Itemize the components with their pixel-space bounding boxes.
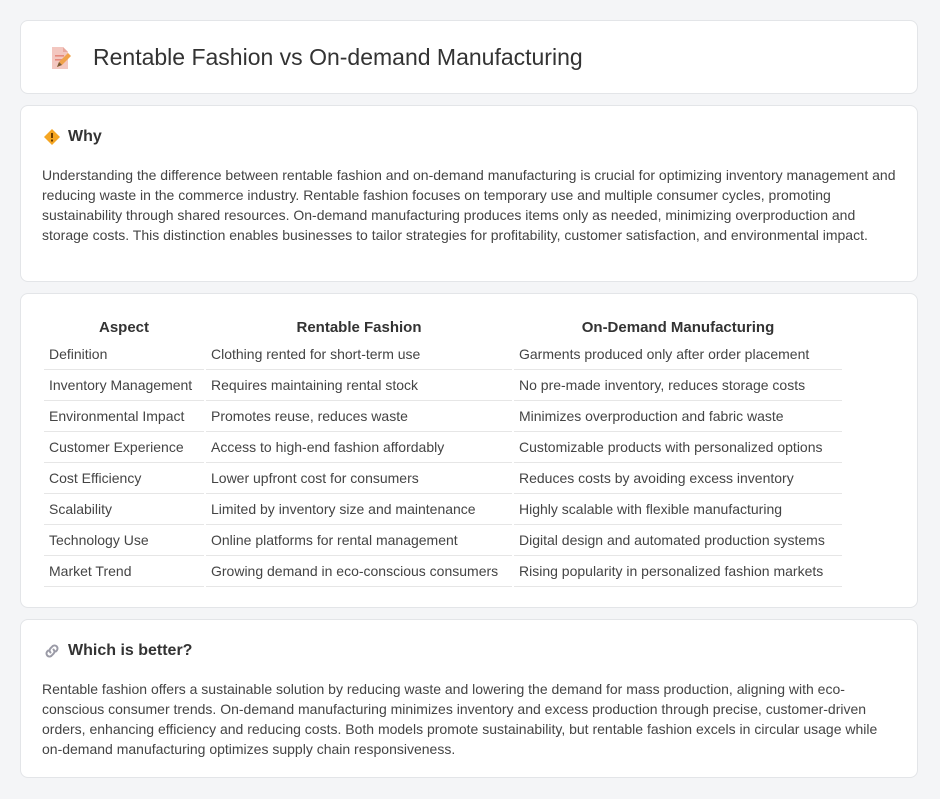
- on-demand-cell: Rising popularity in personalized fashio…: [514, 556, 842, 587]
- aspect-cell: Definition: [44, 339, 204, 370]
- rentable-cell: Online platforms for rental management: [206, 525, 512, 556]
- better-body: Rentable fashion offers a sustainable so…: [42, 681, 878, 757]
- title-card: Rentable Fashion vs On-demand Manufactur…: [20, 20, 918, 94]
- on-demand-cell: Reduces costs by avoiding excess invento…: [514, 463, 842, 494]
- on-demand-cell: Customizable products with personalized …: [514, 432, 842, 463]
- header-on-demand: On-Demand Manufacturing: [581, 318, 775, 336]
- table-row: Environmental Impact Promotes reuse, red…: [44, 401, 842, 432]
- table-row: Market Trend Growing demand in eco-consc…: [44, 556, 842, 587]
- comparison-section: Aspect Rentable Fashion On-Demand Manufa…: [20, 293, 918, 608]
- edit-document-icon: [52, 46, 71, 69]
- aspect-cell: Technology Use: [44, 525, 204, 556]
- comparison-table: Aspect Rentable Fashion On-Demand Manufa…: [42, 315, 844, 587]
- aspect-cell: Customer Experience: [44, 432, 204, 463]
- aspect-cell: Inventory Management: [44, 370, 204, 401]
- table-row: Inventory Management Requires maintainin…: [44, 370, 842, 401]
- on-demand-cell: No pre-made inventory, reduces storage c…: [514, 370, 842, 401]
- on-demand-cell: Minimizes overproduction and fabric wast…: [514, 401, 842, 432]
- better-header: Which is better?: [43, 642, 192, 660]
- aspect-cell: Cost Efficiency: [44, 463, 204, 494]
- on-demand-cell: Digital design and automated production …: [514, 525, 842, 556]
- rentable-cell: Requires maintaining rental stock: [206, 370, 512, 401]
- table-header-row: Aspect Rentable Fashion On-Demand Manufa…: [44, 315, 842, 339]
- aspect-cell: Scalability: [44, 494, 204, 525]
- table-row: Definition Clothing rented for short-ter…: [44, 339, 842, 370]
- rentable-cell: Limited by inventory size and maintenanc…: [206, 494, 512, 525]
- header-rentable-fashion: Rentable Fashion: [296, 318, 422, 336]
- diamond-sign-icon: [44, 129, 60, 145]
- why-section: Why Understanding the difference between…: [20, 105, 918, 282]
- table-row: Customer Experience Access to high-end f…: [44, 432, 842, 463]
- table-row: Technology Use Online platforms for rent…: [44, 525, 842, 556]
- why-heading: Why: [68, 128, 102, 145]
- title-row: Rentable Fashion vs On-demand Manufactur…: [47, 44, 583, 71]
- why-header: Why: [43, 128, 102, 146]
- rentable-cell: Growing demand in eco-conscious consumer…: [206, 556, 512, 587]
- rentable-cell: Promotes reuse, reduces waste: [206, 401, 512, 432]
- why-body: Understanding the difference between ren…: [42, 167, 896, 243]
- on-demand-cell: Garments produced only after order place…: [514, 339, 842, 370]
- table-row: Cost Efficiency Lower upfront cost for c…: [44, 463, 842, 494]
- rentable-cell: Clothing rented for short-term use: [206, 339, 512, 370]
- table-row: Scalability Limited by inventory size an…: [44, 494, 842, 525]
- aspect-cell: Environmental Impact: [44, 401, 204, 432]
- aspect-cell: Market Trend: [44, 556, 204, 587]
- header-aspect: Aspect: [98, 318, 150, 336]
- which-better-section: Which is better? Rentable fashion offers…: [20, 619, 918, 778]
- link-icon: [45, 644, 59, 658]
- on-demand-cell: Highly scalable with flexible manufactur…: [514, 494, 842, 525]
- better-heading: Which is better?: [68, 642, 193, 659]
- page-title: Rentable Fashion vs On-demand Manufactur…: [93, 44, 583, 70]
- rentable-cell: Access to high-end fashion affordably: [206, 432, 512, 463]
- rentable-cell: Lower upfront cost for consumers: [206, 463, 512, 494]
